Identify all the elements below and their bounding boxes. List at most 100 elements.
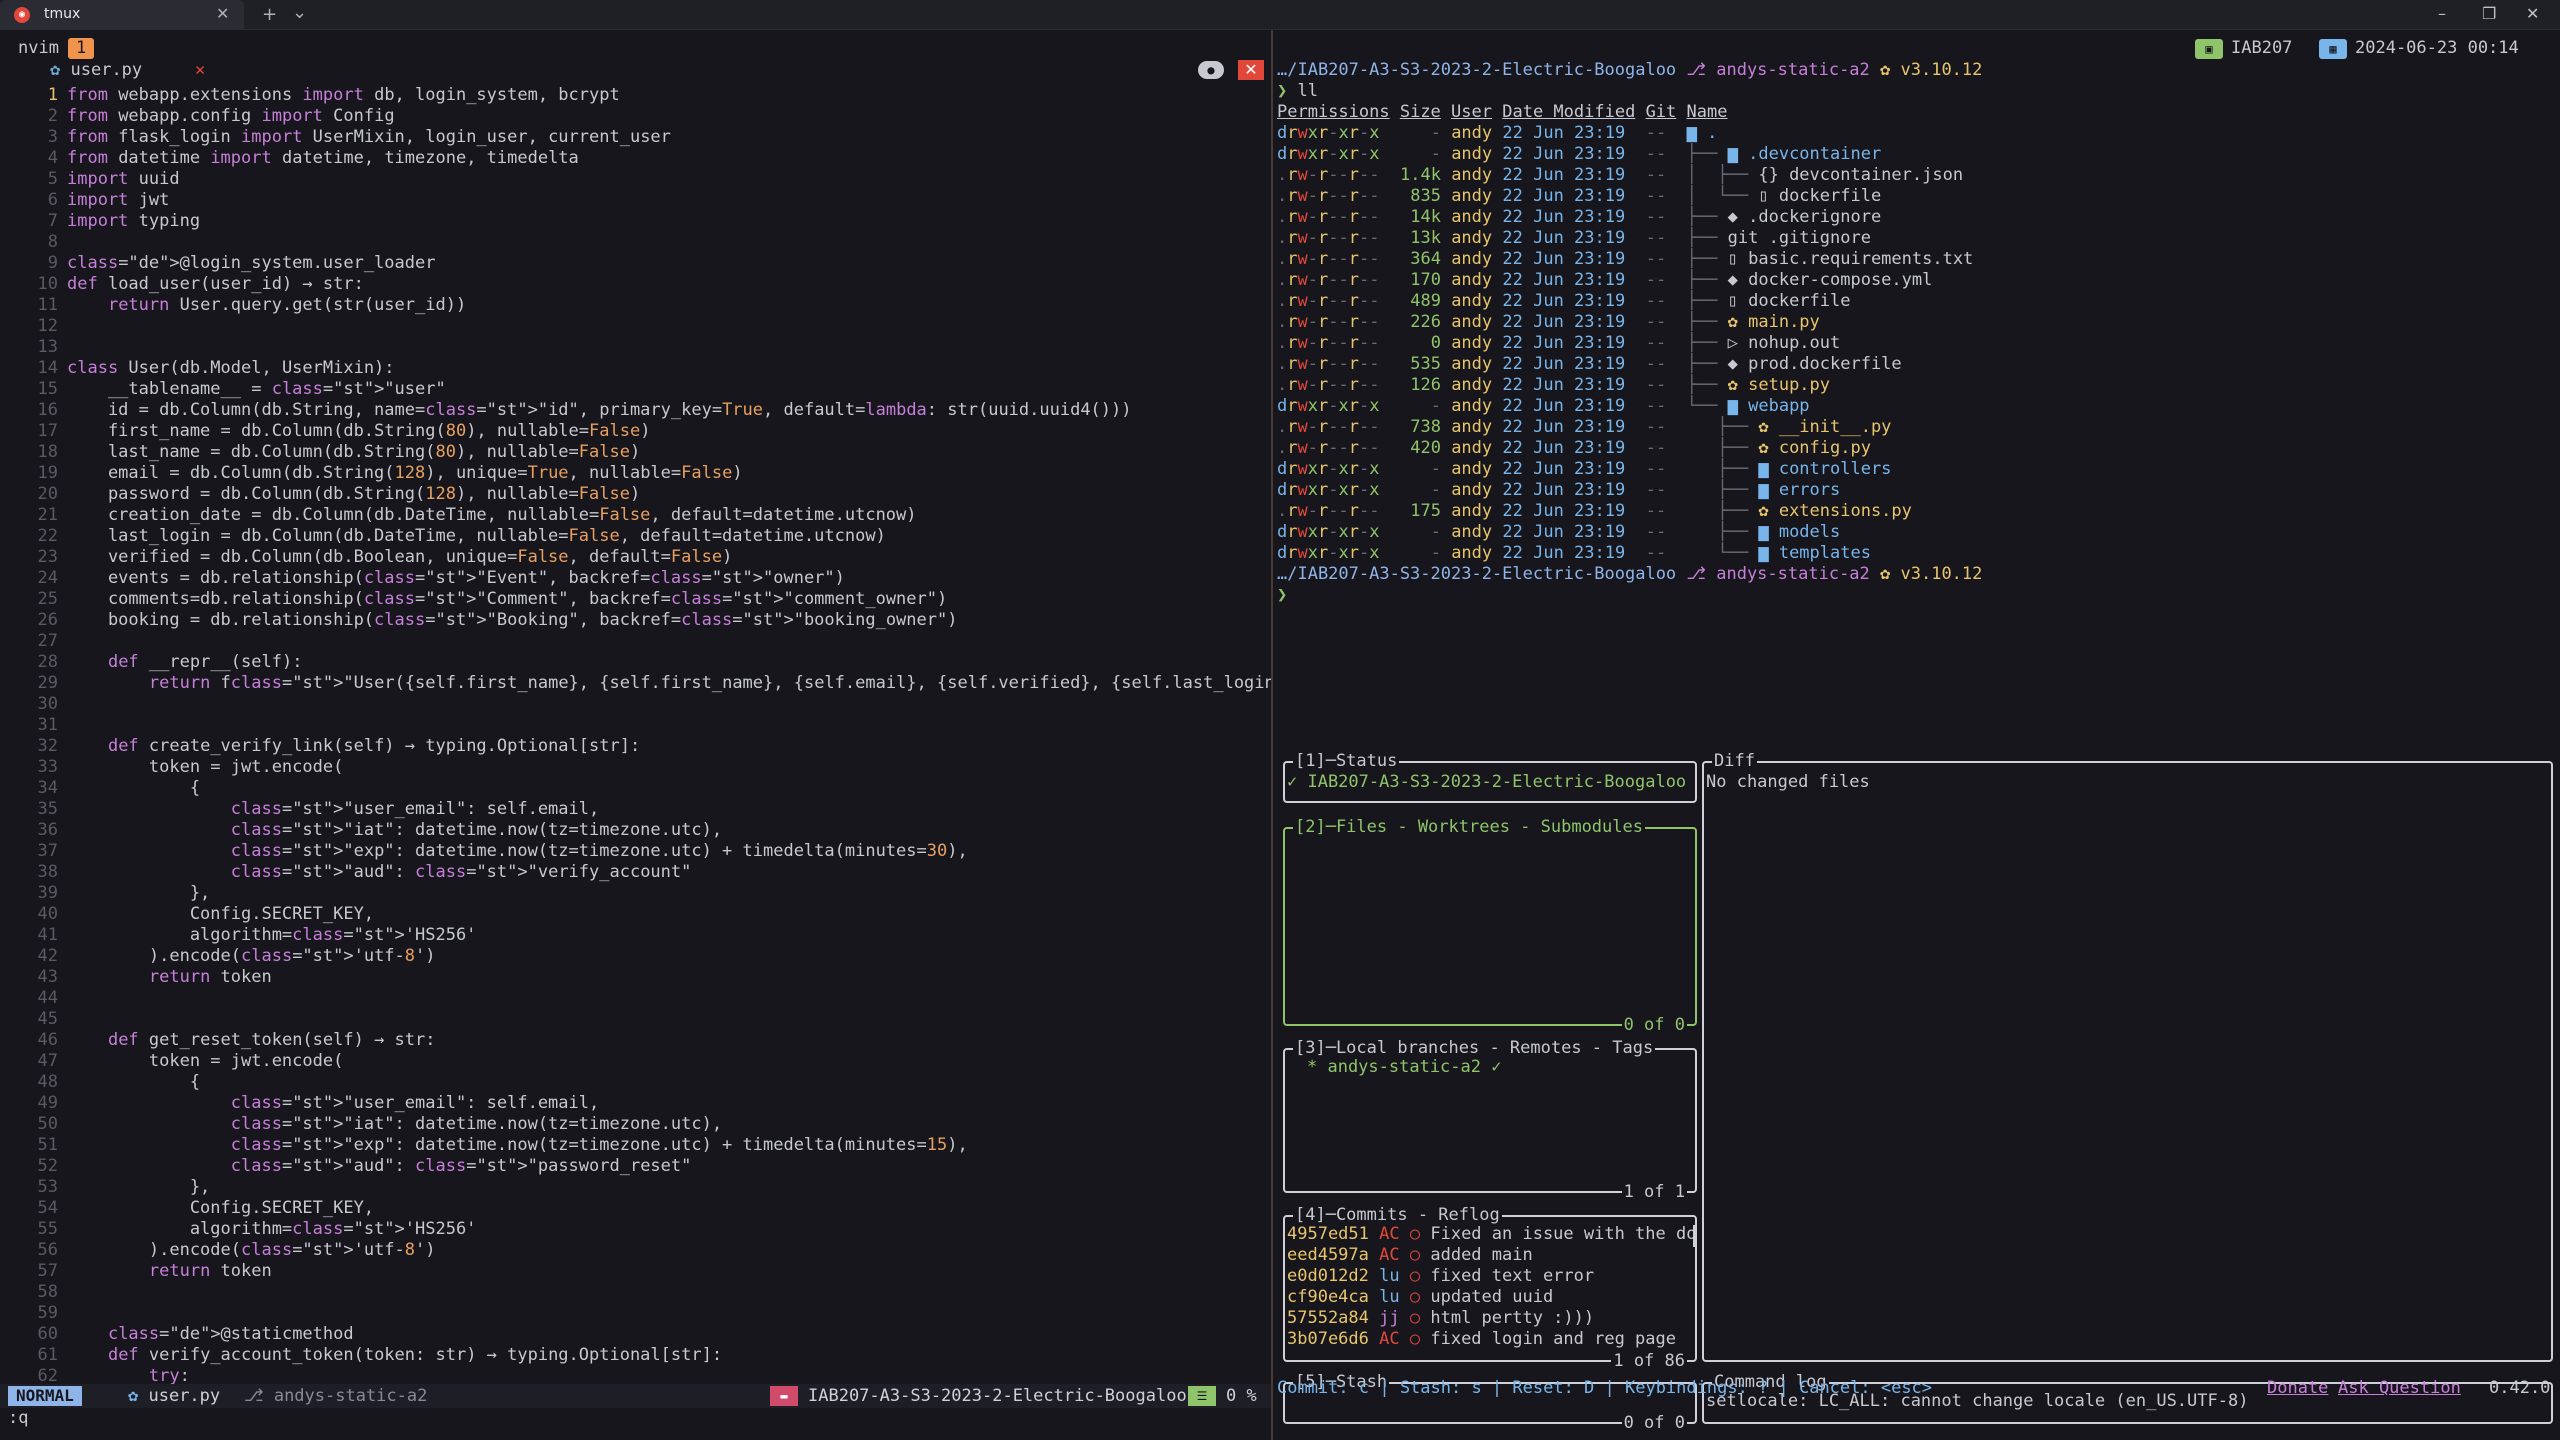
code-line[interactable]: algorithm=class="st">'HS256': [67, 1219, 477, 1240]
code-line[interactable]: def create_verify_link(self) → typing.Op…: [67, 736, 640, 757]
code-line[interactable]: booking = db.relationship(class="st">"Bo…: [67, 610, 958, 631]
lazygit-diff-panel[interactable]: Diff No changed files: [1702, 751, 2553, 1362]
code-line[interactable]: password = db.Column(db.String(128), nul…: [67, 484, 640, 505]
code-line[interactable]: ).encode(class="st">'utf-8'): [67, 946, 436, 967]
commits-scrollbar[interactable]: [1693, 1225, 1697, 1247]
code-line[interactable]: return User.query.get(str(user_id)): [67, 295, 466, 316]
code-line[interactable]: class="st">"exp": datetime.now(tz=timezo…: [67, 841, 968, 862]
buffer-tab[interactable]: ✿ user.py: [50, 60, 142, 81]
shell-pane[interactable]: ▣ IAB207 ▦ 2024-06-23 00:14 …/IAB207-A3-S3…: [1273, 30, 2560, 1440]
listing-header: Permissions Size User Date Modified Git …: [1277, 102, 1728, 122]
line-number: 5: [47, 169, 58, 189]
terminal-tab[interactable]: ◉ tmux ✕: [0, 0, 244, 30]
code-line[interactable]: comments=db.relationship(class="st">"Com…: [67, 589, 947, 610]
branches-panel-title[interactable]: [3]─Local branches - Remotes - Tags: [1293, 1038, 1656, 1059]
commit-row[interactable]: 4957ed51 AC ○ Fixed an issue with the do: [1287, 1224, 1696, 1245]
code-line[interactable]: class="st">"user_email": self.email,: [67, 1093, 599, 1114]
line-number: 11: [37, 295, 58, 315]
code-line[interactable]: def verify_account_token(token: str) → t…: [67, 1345, 722, 1366]
line-number: 48: [37, 1072, 58, 1092]
code-line[interactable]: token = jwt.encode(: [67, 757, 343, 778]
code-line[interactable]: class="de">@staticmethod: [67, 1324, 354, 1345]
code-line[interactable]: def get_reset_token(self) → str:: [67, 1030, 436, 1051]
commits-panel-title[interactable]: [4]─Commits - Reflog: [1293, 1205, 1502, 1226]
code-line[interactable]: email = db.Column(db.String(128), unique…: [67, 463, 743, 484]
tab-close-icon[interactable]: ✕: [216, 4, 229, 23]
code-line[interactable]: Config.SECRET_KEY,: [67, 1198, 374, 1219]
code-line[interactable]: __tablename__ = class="st">"user": [67, 379, 446, 400]
commit-row[interactable]: 3b07e6d6 AC ○ fixed login and reg page: [1287, 1329, 1676, 1350]
code-line[interactable]: last_login = db.Column(db.DateTime, null…: [67, 526, 886, 547]
code-line[interactable]: import uuid: [67, 169, 180, 190]
folder-icon: ▬: [770, 1386, 798, 1406]
commit-row[interactable]: e0d012d2 lu ○ fixed text error: [1287, 1266, 1594, 1287]
files-panel-title[interactable]: [2]─Files - Worktrees - Submodules: [1293, 817, 1645, 838]
code-line[interactable]: events = db.relationship(class="st">"Eve…: [67, 568, 845, 589]
code-line[interactable]: import typing: [67, 211, 200, 232]
code-line[interactable]: class="de">@login_system.user_loader: [67, 253, 435, 274]
code-line[interactable]: class="st">"iat": datetime.now(tz=timezo…: [67, 1114, 722, 1135]
code-line[interactable]: from datetime import datetime, timezone,…: [67, 148, 579, 169]
code-line[interactable]: token = jwt.encode(: [67, 1051, 343, 1072]
files-panel-footer: 0 of 0: [1621, 1015, 1687, 1036]
line-number: 7: [47, 211, 58, 231]
code-line[interactable]: {: [67, 778, 200, 799]
lazygit-commits-panel[interactable]: [4]─Commits - Reflog 4957ed51 AC ○ Fixed…: [1283, 1205, 1697, 1372]
code-line[interactable]: return fclass="st">"User({self.first_nam…: [67, 673, 1306, 694]
restore-icon[interactable]: ❐: [2482, 4, 2496, 23]
code-line[interactable]: from webapp.config import Config: [67, 106, 395, 127]
code-line[interactable]: class="st">"aud": class="st">"password_r…: [67, 1156, 692, 1177]
toggle-icon[interactable]: ●: [1198, 61, 1224, 79]
code-line[interactable]: verified = db.Column(db.Boolean, unique=…: [67, 547, 732, 568]
code-line[interactable]: return token: [67, 1261, 272, 1282]
buffer-close-icon[interactable]: ✕: [195, 60, 205, 81]
code-line[interactable]: algorithm=class="st">'HS256': [67, 925, 477, 946]
code-line[interactable]: import jwt: [67, 190, 169, 211]
tab-dropdown-icon[interactable]: ⌄: [292, 2, 307, 23]
listing-row: .rw-r--r-- 170 andy 22 Jun 23:19 -- ├── …: [1277, 270, 1933, 290]
donate-link[interactable]: Donate: [2267, 1378, 2328, 1399]
nvim-pane[interactable]: nvim 1 ✿ user.py ✕ ● ✕ 1 from webapp.exte…: [0, 30, 1305, 1428]
code-line[interactable]: def __repr__(self):: [67, 652, 302, 673]
code-line[interactable]: {: [67, 1072, 200, 1093]
commit-row[interactable]: cf90e4ca lu ○ updated uuid: [1287, 1287, 1553, 1308]
line-number: 12: [37, 316, 58, 336]
statusline-file: ✿ user.py: [128, 1386, 220, 1406]
close-buffer-button[interactable]: ✕: [1238, 60, 1264, 80]
statusline-project: IAB207-A3-S3-2023-2-Electric-Boogaloo: [808, 1386, 1187, 1406]
nvim-statusline: NORMAL ✿ user.py ⎇ andys-static-a2 ▬ IAB…: [0, 1384, 1271, 1408]
code-line[interactable]: first_name = db.Column(db.String(80), nu…: [67, 421, 651, 442]
code-line[interactable]: class="st">"user_email": self.email,: [67, 799, 599, 820]
code-line[interactable]: last_name = db.Column(db.String(80), nul…: [67, 442, 640, 463]
window-close-icon[interactable]: ✕: [2526, 4, 2539, 23]
commit-row[interactable]: eed4597a AC ○ added main: [1287, 1245, 1533, 1266]
code-line[interactable]: class User(db.Model, UserMixin):: [67, 358, 395, 379]
nvim-command-line[interactable]: :q: [8, 1408, 28, 1429]
lazygit-files-panel[interactable]: [2]─Files - Worktrees - Submodules 0 of …: [1283, 817, 1697, 1036]
code-line[interactable]: creation_date = db.Column(db.DateTime, n…: [67, 505, 917, 526]
code-line[interactable]: Config.SECRET_KEY,: [67, 904, 374, 925]
date-badge: ▦ 2024-06-23 00:14: [2319, 38, 2519, 59]
code-line[interactable]: class="st">"exp": datetime.now(tz=timezo…: [67, 1135, 968, 1156]
lazygit-branches-panel[interactable]: [3]─Local branches - Remotes - Tags * an…: [1283, 1038, 1697, 1203]
code-line[interactable]: ).encode(class="st">'utf-8'): [67, 1240, 436, 1261]
commit-row[interactable]: 57552a84 jj ○ html pertty :))): [1287, 1308, 1594, 1329]
branch-item[interactable]: * andys-static-a2 ✓: [1307, 1057, 1501, 1078]
code-line[interactable]: },: [67, 883, 210, 904]
code-line[interactable]: from webapp.extensions import db, login_…: [67, 85, 620, 106]
code-line[interactable]: return token: [67, 967, 272, 988]
code-line[interactable]: class="st">"aud": class="st">"verify_acc…: [67, 862, 692, 883]
ask-question-link[interactable]: Ask Question: [2338, 1378, 2461, 1399]
listing-row: .rw-r--r-- 175 andy 22 Jun 23:19 -- ├── …: [1277, 501, 1912, 521]
new-tab-icon[interactable]: +: [262, 4, 277, 25]
code-line[interactable]: id = db.Column(db.String, name=class="st…: [67, 400, 1132, 421]
lazygit-status-panel[interactable]: [1]─Status ✓ IAB207-A3-S3-2023-2-Electri…: [1283, 751, 1697, 803]
code-line[interactable]: def load_user(user_id) → str:: [67, 274, 364, 295]
code-line[interactable]: from flask_login import UserMixin, login…: [67, 127, 671, 148]
python-file-icon: ✿: [128, 1386, 149, 1406]
line-number: 17: [37, 421, 58, 441]
minimize-icon[interactable]: –: [2438, 4, 2446, 23]
code-line[interactable]: },: [67, 1177, 210, 1198]
code-line[interactable]: class="st">"iat": datetime.now(tz=timezo…: [67, 820, 722, 841]
tab-title: tmux: [44, 6, 81, 22]
